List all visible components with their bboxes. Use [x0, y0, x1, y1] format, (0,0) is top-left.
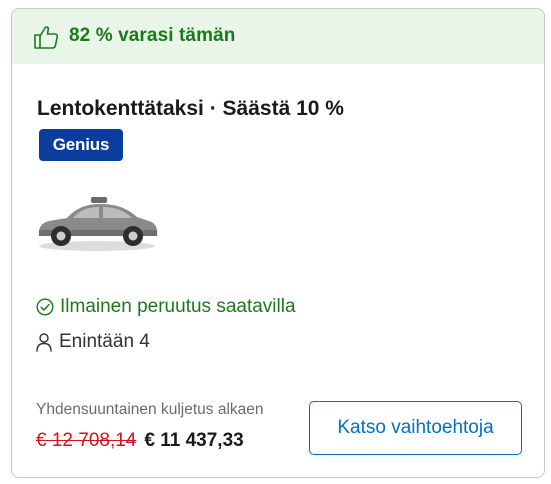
discounted-price: € 11 437,33	[144, 430, 244, 451]
view-options-button[interactable]: Katso vaihtoehtoja	[309, 401, 522, 455]
popularity-text: 82 % varasi tämän	[69, 25, 236, 46]
popularity-banner: 82 % varasi tämän	[12, 9, 544, 64]
car-icon	[38, 197, 158, 251]
free-cancellation-text: Ilmainen peruutus saatavilla	[60, 296, 296, 317]
person-icon	[36, 332, 52, 352]
thumbs-up-icon	[34, 26, 59, 49]
genius-badge: Genius	[39, 129, 123, 161]
passenger-capacity-text: Enintään 4	[59, 331, 150, 352]
free-cancellation: Ilmainen peruutus saatavilla	[36, 296, 296, 318]
price-caption: Yhdensuuntainen kuljetus alkaen	[36, 401, 264, 418]
taxi-offer-card: 82 % varasi tämän Lentokenttätaksi · Sää…	[11, 8, 545, 478]
passenger-capacity: Enintään 4	[36, 331, 150, 353]
offer-title: Lentokenttätaksi · Säästä 10 %	[37, 97, 344, 120]
original-price: € 12 708,14	[36, 430, 137, 451]
check-circle-icon	[36, 298, 54, 316]
price: € 12 708,14 € 11 437,33	[36, 430, 244, 452]
